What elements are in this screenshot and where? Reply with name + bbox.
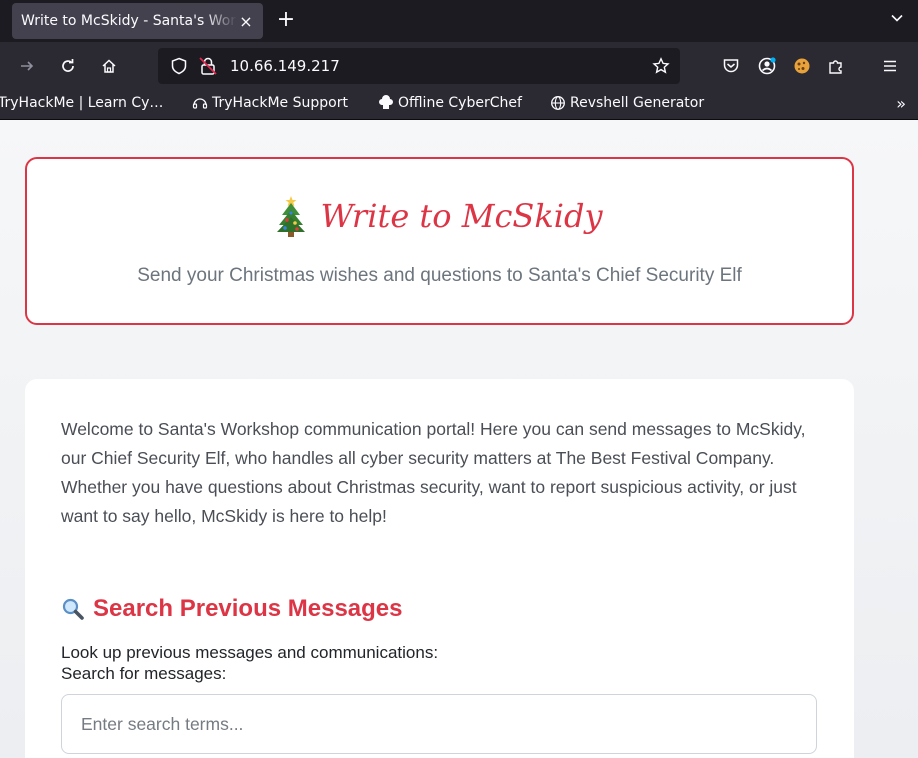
arrow-right-icon <box>21 61 34 71</box>
bookmark-offline-cyberchef[interactable]: Offline CyberChef <box>378 95 522 111</box>
bookmark-star-icon[interactable] <box>652 57 670 75</box>
bookmarks-toolbar: TryHackMe | Learn Cy… TryHackMe Support … <box>0 90 918 120</box>
account-icon <box>758 57 776 75</box>
search-heading-text: Search Previous Messages <box>93 595 403 622</box>
app-menu-button[interactable] <box>877 53 903 79</box>
bookmark-tryhackme[interactable]: TryHackMe | Learn Cy… <box>0 95 163 111</box>
address-bar[interactable]: 10.66.149.217 <box>158 48 680 84</box>
support-icon <box>192 98 208 109</box>
christmas-tree-icon <box>277 196 306 237</box>
intro-paragraph-1: Welcome to Santa's Workshop communicatio… <box>61 419 806 468</box>
bookmark-tryhackme-support[interactable]: TryHackMe Support <box>192 95 348 111</box>
magnifying-glass-icon <box>62 598 84 620</box>
navigation-toolbar: 10.66.149.217 <box>0 42 918 90</box>
new-tab-button[interactable]: + <box>276 6 296 34</box>
home-button[interactable] <box>96 53 122 79</box>
reload-icon <box>62 59 74 72</box>
globe-icon <box>551 96 565 110</box>
tab-title: Write to McSkidy - Santa's Workshop <box>21 13 237 29</box>
bookmarks-overflow-button[interactable]: » <box>896 94 906 113</box>
home-icon <box>102 59 116 73</box>
forward-button[interactable] <box>14 53 40 79</box>
bookmark-label: TryHackMe | Learn Cy… <box>0 95 164 111</box>
bookmark-label: Revshell Generator <box>570 95 705 111</box>
intro-paragraph-2: Whether you have questions about Christm… <box>61 477 797 526</box>
search-label: Search for messages: <box>61 664 227 683</box>
header-card: Write to McSkidy Send your Christmas wis… <box>25 157 854 325</box>
extension-button[interactable] <box>789 53 815 79</box>
shield-icon[interactable] <box>170 57 188 75</box>
url-text: 10.66.149.217 <box>230 57 340 75</box>
tab-bar: Write to McSkidy - Santa's Workshop × + <box>0 0 918 42</box>
reload-button[interactable] <box>55 53 81 79</box>
search-instructions: Look up previous messages and communicat… <box>61 642 438 684</box>
cookie-extension-icon <box>794 58 810 74</box>
tab-close-icon[interactable]: × <box>237 12 255 31</box>
search-description: Look up previous messages and communicat… <box>61 643 439 662</box>
content-card: Welcome to Santa's Workshop communicatio… <box>25 379 854 758</box>
pocket-button[interactable] <box>718 53 744 79</box>
account-button[interactable] <box>754 53 780 79</box>
bookmark-label: Offline CyberChef <box>398 95 522 111</box>
insecure-lock-icon[interactable] <box>198 56 218 76</box>
bookmark-revshell-generator[interactable]: Revshell Generator <box>550 95 704 111</box>
intro-text: Welcome to Santa's Workshop communicatio… <box>61 415 831 531</box>
page-subtitle: Send your Christmas wishes and questions… <box>137 265 742 286</box>
pocket-icon <box>723 59 739 73</box>
tab-active[interactable]: Write to McSkidy - Santa's Workshop × <box>12 3 263 39</box>
chevron-down-icon <box>891 14 903 22</box>
search-section-heading: Search Previous Messages <box>61 595 403 623</box>
chef-hat-icon <box>379 95 393 109</box>
hamburger-menu-icon <box>884 60 896 72</box>
search-input[interactable] <box>61 694 817 754</box>
page-title: Write to McSkidy <box>320 197 603 235</box>
bookmark-label: TryHackMe Support <box>212 95 348 111</box>
extensions-button[interactable] <box>823 53 849 79</box>
puzzle-icon <box>829 60 842 74</box>
list-all-tabs-button[interactable] <box>890 10 904 29</box>
page-content: Write to McSkidy Send your Christmas wis… <box>0 120 918 758</box>
title-row: Write to McSkidy <box>27 195 852 237</box>
